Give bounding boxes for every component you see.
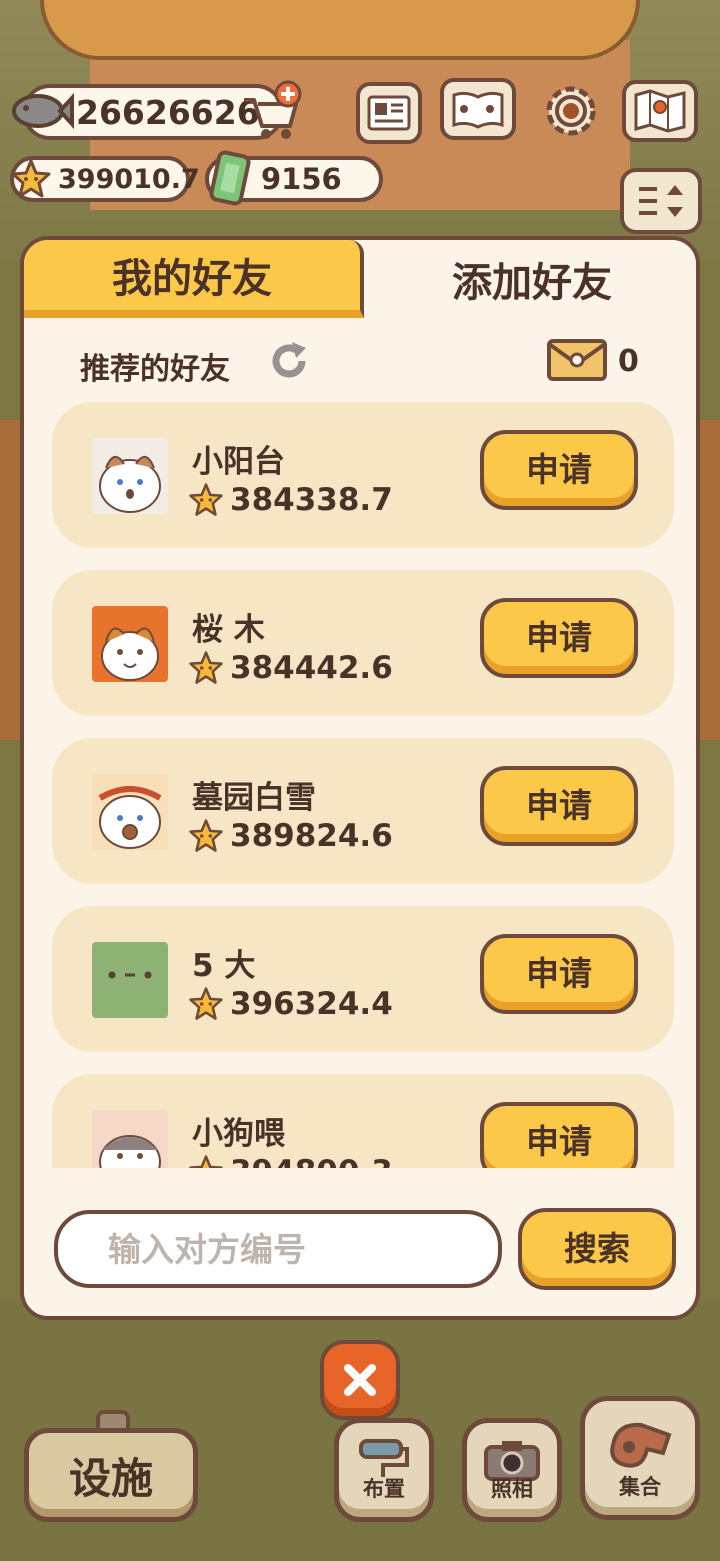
close-button[interactable] bbox=[320, 1340, 400, 1420]
star-count: 399010.7 bbox=[58, 163, 200, 195]
cat-avatar-icon bbox=[92, 438, 168, 514]
friend-score: 394800.3 bbox=[230, 1154, 393, 1168]
search-button[interactable]: 搜索 bbox=[518, 1208, 676, 1290]
arrange-button[interactable]: 布置 bbox=[334, 1418, 434, 1522]
avatar bbox=[92, 774, 168, 850]
friend-name: 5 大 bbox=[192, 948, 256, 984]
arrange-label: 布置 bbox=[363, 1477, 405, 1501]
roof bbox=[40, 0, 640, 60]
recommended-title: 推荐的好友 bbox=[80, 352, 230, 387]
news-button[interactable] bbox=[356, 82, 422, 144]
sort-toggle-button[interactable] bbox=[620, 168, 702, 234]
friend-name: 桜 木 bbox=[192, 612, 265, 648]
apply-button-label: 申请 bbox=[526, 786, 592, 825]
friend-score: 396324.4 bbox=[230, 986, 393, 1022]
star-icon bbox=[189, 651, 223, 684]
apply-button[interactable]: 申请 bbox=[480, 934, 638, 1014]
cat-avatar-icon bbox=[92, 606, 168, 682]
star-icon bbox=[189, 483, 223, 516]
default-avatar-icon bbox=[92, 942, 168, 1018]
apply-button[interactable]: 申请 bbox=[480, 598, 638, 678]
map-button[interactable] bbox=[622, 80, 698, 142]
friend-name: 小阳台 bbox=[192, 444, 285, 480]
friend-name: 小狗喂 bbox=[192, 1116, 285, 1152]
tab-add-friends-label: 添加好友 bbox=[452, 260, 612, 306]
ticket-icon bbox=[209, 150, 251, 206]
facility-button[interactable]: 设施 bbox=[24, 1428, 198, 1522]
apply-button-label: 申请 bbox=[526, 618, 592, 657]
apply-button-label: 申请 bbox=[526, 954, 592, 993]
gear-icon bbox=[546, 86, 596, 136]
sort-arrows-icon bbox=[639, 185, 683, 217]
gather-label: 集合 bbox=[619, 1475, 661, 1499]
friend-list[interactable]: 小阳台 384338.7 申请 桜 木 384442.6 申请 墓园白雪 389… bbox=[52, 402, 674, 1168]
mail-count: 0 bbox=[618, 344, 639, 379]
facility-label: 设施 bbox=[68, 1453, 153, 1503]
settings-button[interactable] bbox=[538, 80, 604, 142]
whistle-icon bbox=[610, 1422, 672, 1468]
refresh-icon[interactable] bbox=[268, 340, 310, 382]
friend-score: 389824.6 bbox=[230, 818, 393, 854]
friend-score: 384442.6 bbox=[230, 650, 393, 686]
cat-avatar-icon bbox=[92, 1110, 168, 1168]
friend-id-input[interactable] bbox=[54, 1210, 502, 1288]
mail-icon[interactable] bbox=[546, 336, 608, 384]
gather-button[interactable]: 集合 bbox=[580, 1396, 700, 1520]
list-item: 墓园白雪 389824.6 申请 bbox=[52, 738, 674, 884]
list-item: 桜 木 384442.6 申请 bbox=[52, 570, 674, 716]
cat-avatar-icon bbox=[92, 774, 168, 850]
avatar bbox=[92, 606, 168, 682]
apply-button[interactable]: 申请 bbox=[480, 430, 638, 510]
apply-button-label: 申请 bbox=[526, 450, 592, 489]
list-item: 小狗喂 394800.3 申请 bbox=[52, 1074, 674, 1168]
tab-add-friends[interactable]: 添加好友 bbox=[364, 240, 696, 318]
ticket-count: 9156 bbox=[261, 162, 342, 196]
fish-icon bbox=[12, 92, 74, 130]
tab-my-friends-label: 我的好友 bbox=[112, 256, 272, 302]
shop-cart-icon[interactable] bbox=[238, 80, 304, 142]
star-icon bbox=[189, 1155, 223, 1168]
friend-name: 墓园白雪 bbox=[192, 780, 316, 816]
friend-score: 384338.7 bbox=[230, 482, 393, 518]
search-button-label: 搜索 bbox=[564, 1229, 630, 1268]
close-icon bbox=[344, 1364, 376, 1396]
photo-label: 照相 bbox=[491, 1477, 533, 1501]
avatar bbox=[92, 942, 168, 1018]
list-item: 5 大 396324.4 申请 bbox=[52, 906, 674, 1052]
friends-panel: 我的好友 添加好友 推荐的好友 0 小阳台 384338.7 申请 桜 木 38… bbox=[20, 236, 700, 1320]
apply-button-label: 申请 bbox=[526, 1122, 592, 1161]
star-icon bbox=[189, 819, 223, 852]
apply-button[interactable]: 申请 bbox=[480, 1102, 638, 1168]
avatar bbox=[92, 438, 168, 514]
star-icon bbox=[11, 159, 51, 198]
cat-book-button[interactable] bbox=[440, 78, 516, 140]
tab-my-friends[interactable]: 我的好友 bbox=[24, 240, 364, 318]
photo-button[interactable]: 照相 bbox=[462, 1418, 562, 1522]
apply-button[interactable]: 申请 bbox=[480, 766, 638, 846]
avatar bbox=[92, 1110, 168, 1168]
fish-count: 26626626 bbox=[76, 92, 260, 132]
map-icon bbox=[634, 89, 686, 133]
paw-book-icon bbox=[452, 91, 504, 129]
list-item: 小阳台 384338.7 申请 bbox=[52, 402, 674, 548]
newspaper-icon bbox=[367, 95, 411, 131]
star-icon bbox=[189, 987, 223, 1020]
